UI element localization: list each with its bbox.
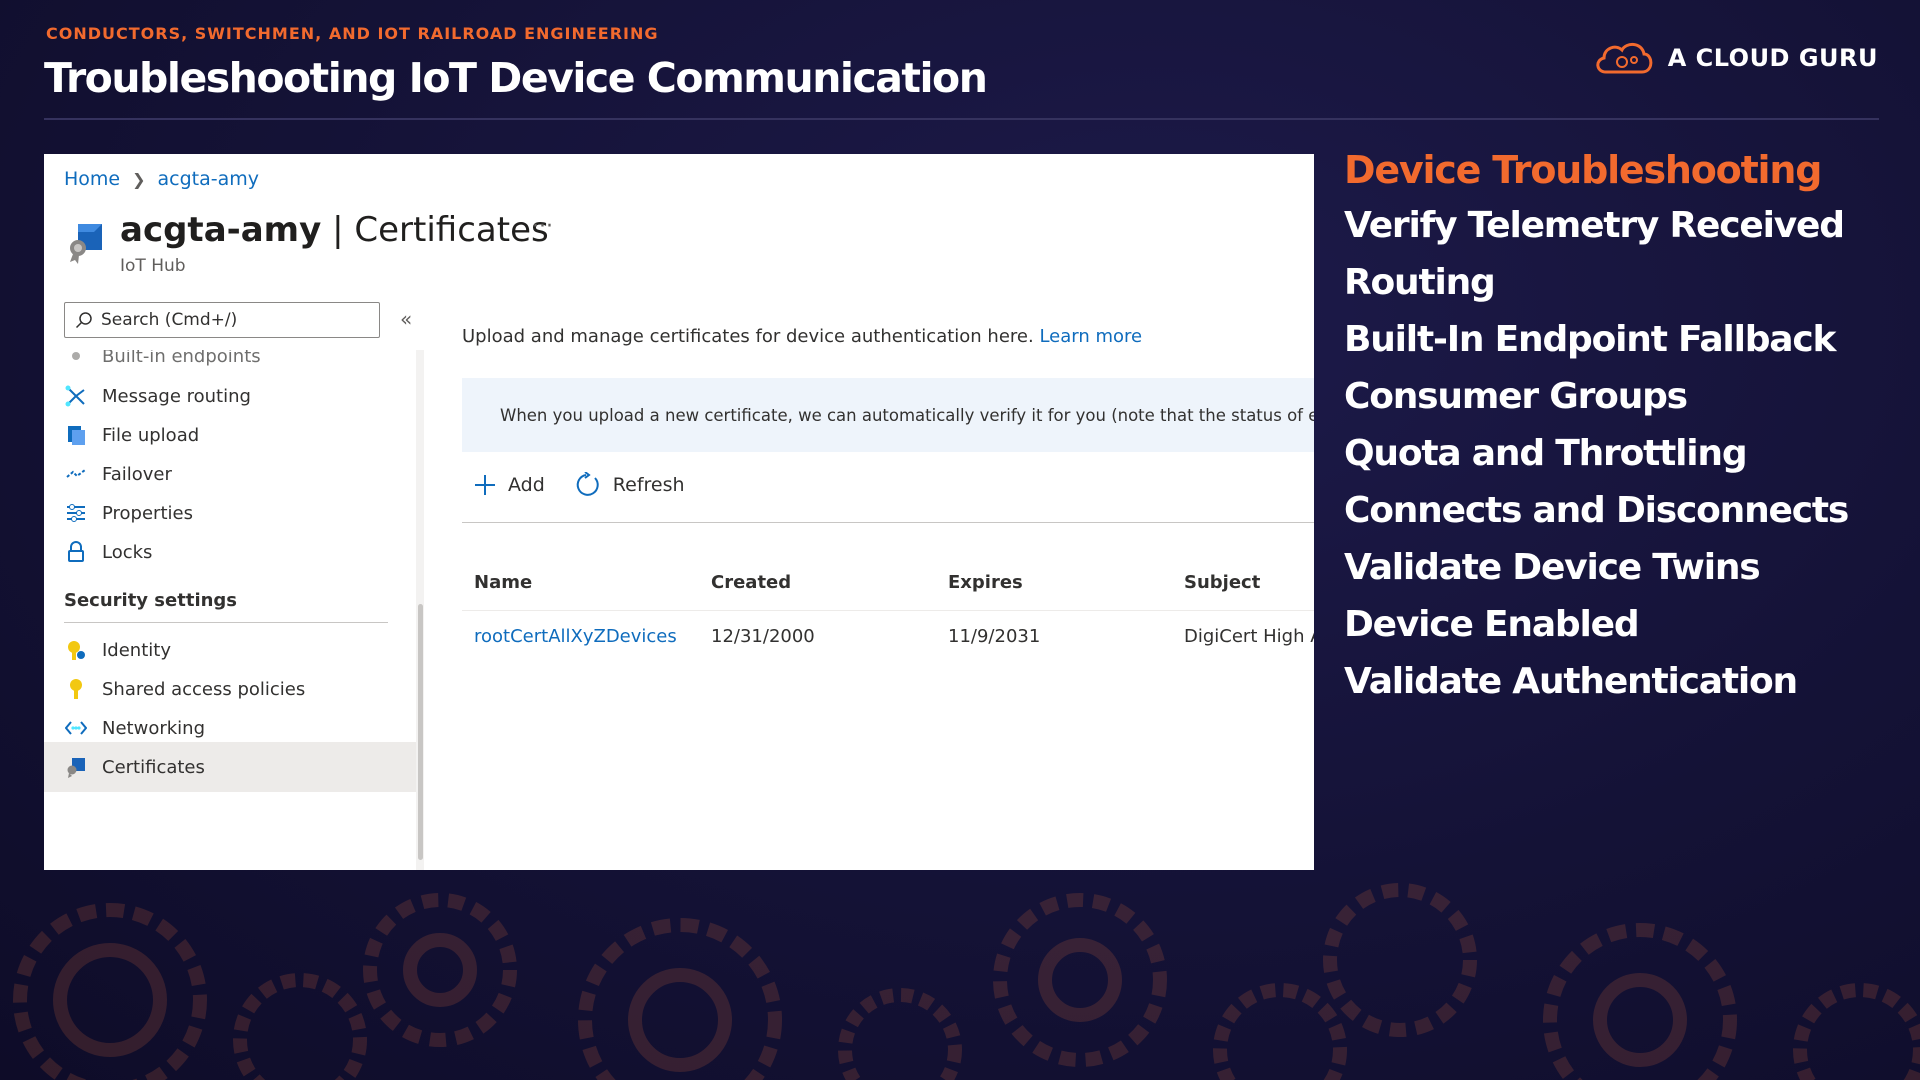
azure-portal-panel: Home ❯ acgta-amy acgta-amy | Certificate…: [44, 154, 1314, 870]
header-divider: [44, 118, 1879, 120]
topic-item: Built-In Endpoint Fallback: [1344, 319, 1836, 360]
nav-item-label: File upload: [102, 424, 200, 446]
nav-item-properties[interactable]: Properties: [64, 493, 193, 533]
cell-expires: 11/9/2031: [948, 626, 1041, 647]
column-header-name[interactable]: Name: [474, 572, 532, 593]
topic-item: Device Enabled: [1344, 604, 1640, 645]
file-upload-icon: [64, 423, 88, 447]
learn-more-link[interactable]: Learn more: [1039, 326, 1142, 347]
resource-type: IoT Hub: [120, 256, 186, 276]
column-header-subject[interactable]: Subject: [1184, 572, 1260, 593]
nav-item-label: Certificates: [102, 756, 205, 778]
refresh-button[interactable]: Refresh: [575, 472, 685, 498]
slide-kicker: CONDUCTORS, SWITCHMEN, AND IOT RAILROAD …: [46, 24, 659, 43]
nav-item-label: Networking: [102, 717, 205, 739]
sidebar-scrollbar[interactable]: [418, 604, 423, 860]
certificate-icon: [64, 755, 88, 779]
brand-name: A CLOUD GURU: [1667, 44, 1878, 72]
search-placeholder: Search (Cmd+/): [101, 310, 238, 330]
search-icon: [75, 312, 92, 329]
refresh-label: Refresh: [612, 474, 685, 496]
add-button[interactable]: Add: [474, 472, 545, 498]
topic-item: Quota and Throttling: [1344, 433, 1748, 474]
failover-icon: [64, 462, 88, 486]
topic-item: Validate Device Twins: [1344, 547, 1761, 588]
command-bar: Add Refresh: [474, 472, 685, 498]
breadcrumb-home-link[interactable]: Home: [64, 168, 120, 190]
topic-item: Validate Authentication: [1344, 661, 1798, 702]
networking-icon: [64, 716, 88, 740]
nav-item-identity[interactable]: Identity: [64, 630, 171, 670]
nav-item-file-upload[interactable]: File upload: [64, 415, 199, 455]
endpoints-icon: [64, 350, 88, 368]
nav-item-locks[interactable]: Locks: [64, 532, 152, 572]
routing-icon: [64, 384, 88, 408]
info-banner: When you upload a new certificate, we ca…: [462, 378, 1314, 452]
identity-icon: [64, 638, 88, 662]
collapse-menu-button[interactable]: «: [400, 307, 412, 331]
chevron-right-icon: ❯: [132, 169, 146, 189]
certificate-name-link[interactable]: rootCertAllXyZDevices: [474, 626, 677, 647]
nav-item-message-routing[interactable]: Message routing: [64, 376, 251, 416]
nav-item-label: Properties: [102, 502, 193, 524]
info-message: When you upload a new certificate, we ca…: [500, 405, 1314, 425]
nav-item-label: Shared access policies: [102, 678, 306, 700]
nav-item-built-in-endpoints[interactable]: Built-in endpoints: [64, 350, 261, 376]
add-label: Add: [508, 474, 545, 496]
topic-item: Verify Telemetry Received: [1344, 205, 1845, 246]
search-input[interactable]: Search (Cmd+/): [64, 302, 380, 338]
nav-item-label: Message routing: [102, 385, 251, 407]
plus-icon: [475, 475, 495, 495]
column-header-expires[interactable]: Expires: [948, 572, 1023, 593]
nav-item-shared-access-policies[interactable]: Shared access policies: [64, 669, 305, 709]
content-area: Upload and manage certificates for devic…: [462, 154, 1314, 870]
cloud-logo-icon: [1596, 43, 1653, 74]
topic-item: Connects and Disconnects: [1344, 490, 1849, 531]
toolbar-divider: [462, 522, 1314, 523]
header-row-divider: [462, 610, 1314, 611]
properties-icon: [64, 501, 88, 525]
cell-subject: DigiCert High A: [1184, 626, 1314, 647]
nav-item-label: Locks: [102, 541, 153, 563]
certificate-icon: [70, 224, 102, 264]
slide-title: Troubleshooting IoT Device Communication: [44, 54, 988, 102]
topic-list: Device Troubleshooting Verify Telemetry …: [1344, 148, 1849, 718]
resource-menu: Built-in endpoints Message routing File …: [44, 350, 420, 870]
page-description: Upload and manage certificates for devic…: [462, 326, 1143, 347]
brand-logo: A CLOUD GURU: [1592, 38, 1878, 78]
breadcrumb-hub-link[interactable]: acgta-amy: [158, 168, 260, 190]
lock-icon: [64, 540, 88, 564]
nav-item-label: Failover: [102, 463, 172, 485]
nav-item-label: Identity: [102, 639, 171, 661]
cell-created: 12/31/2000: [711, 626, 815, 647]
gears-decoration: [13, 883, 1920, 1080]
topic-item: Consumer Groups: [1344, 376, 1688, 417]
nav-item-label: Built-in endpoints: [102, 350, 261, 367]
topic-item: Routing: [1344, 262, 1496, 303]
key-icon: [64, 677, 88, 701]
column-header-created[interactable]: Created: [711, 572, 791, 593]
nav-item-certificates[interactable]: Certificates: [64, 747, 205, 787]
breadcrumb: Home ❯ acgta-amy: [64, 168, 259, 190]
security-settings-heading: Security settings: [64, 590, 238, 611]
topic-item-active: Device Troubleshooting: [1344, 148, 1822, 192]
section-divider: [64, 622, 388, 623]
nav-item-failover[interactable]: Failover: [64, 454, 172, 494]
refresh-icon: [576, 472, 599, 496]
